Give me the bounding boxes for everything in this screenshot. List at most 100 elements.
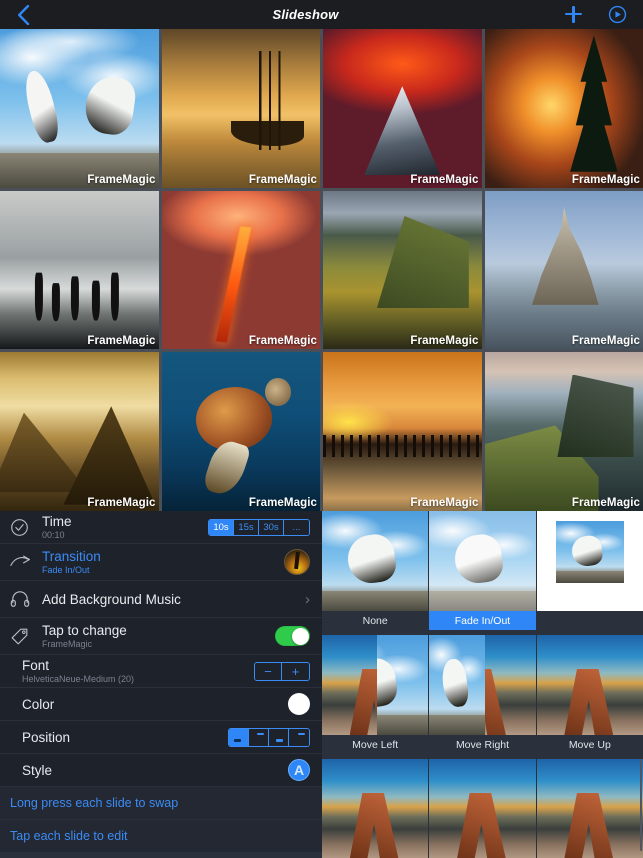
time-option-more[interactable]: ... bbox=[284, 519, 309, 535]
picker-scrollbar[interactable] bbox=[639, 759, 642, 851]
music-label: Add Background Music bbox=[42, 591, 181, 607]
watermark-label: FrameMagic bbox=[571, 497, 640, 509]
transition-option-fade-in-out[interactable]: Fade In/Out bbox=[429, 511, 536, 630]
position-segmented-control[interactable] bbox=[228, 727, 310, 747]
setting-row-color[interactable]: Color bbox=[0, 688, 322, 721]
style-badge[interactable]: A bbox=[288, 759, 310, 781]
position-marker bbox=[275, 739, 283, 742]
transition-row-1: None Fade In/Out Zoom In/Out bbox=[322, 511, 643, 630]
position-option-top-right-alt[interactable] bbox=[289, 728, 309, 746]
transition-preview-thumbnail[interactable] bbox=[284, 549, 310, 575]
setting-row-tap-to-change[interactable]: Tap to change FrameMagic bbox=[0, 618, 322, 655]
slide-tile-2[interactable]: FrameMagic bbox=[161, 29, 320, 188]
setting-row-transition[interactable]: Transition Fade In/Out bbox=[0, 544, 322, 581]
watermark-label: FrameMagic bbox=[248, 173, 317, 186]
transition-preview bbox=[429, 635, 536, 735]
time-segmented-control[interactable]: 10s 15s 30s ... bbox=[208, 518, 310, 536]
navigation-bar: Slideshow bbox=[0, 0, 643, 29]
time-label: Time bbox=[42, 513, 72, 529]
transition-option-label: None bbox=[322, 611, 429, 630]
slide-thumbnail bbox=[484, 29, 643, 188]
position-marker bbox=[234, 739, 241, 742]
color-label: Color bbox=[22, 696, 55, 712]
panel-filler bbox=[0, 853, 322, 858]
slide-tile-10[interactable]: FrameMagic bbox=[161, 352, 320, 511]
watermark-label: FrameMagic bbox=[410, 173, 479, 186]
slide-tile-9[interactable]: FrameMagic bbox=[0, 352, 159, 511]
transition-preview bbox=[536, 759, 643, 858]
plus-icon[interactable] bbox=[565, 6, 582, 23]
watermark-label: FrameMagic bbox=[571, 173, 640, 186]
page-title: Slideshow bbox=[272, 7, 339, 22]
transition-option-move-right[interactable]: Move Right bbox=[429, 635, 536, 754]
transition-option-label: Fade In/Out bbox=[429, 611, 536, 630]
back-button[interactable] bbox=[0, 0, 46, 29]
slide-tile-1[interactable]: FrameMagic bbox=[0, 29, 159, 188]
chevron-right-icon[interactable]: › bbox=[305, 592, 310, 607]
settings-panel: Time 00:10 10s 15s 30s ... Transition Fa… bbox=[0, 511, 322, 858]
slide-tile-6[interactable]: FrameMagic bbox=[161, 190, 320, 350]
transition-option-label: Move Up bbox=[536, 735, 643, 754]
setting-row-font[interactable]: Font HelveticaNeue-Medium (20) − + bbox=[0, 655, 322, 688]
position-option-bottom-center[interactable] bbox=[269, 728, 289, 746]
slide-tile-3[interactable]: FrameMagic bbox=[323, 29, 482, 188]
transition-option-label: Move Left bbox=[322, 735, 429, 754]
toggle-knob bbox=[291, 627, 309, 645]
slide-thumbnail bbox=[0, 190, 159, 350]
watermark-label: FrameMagic bbox=[410, 497, 479, 509]
hint-tap-to-edit: Tap each slide to edit bbox=[0, 820, 322, 853]
font-label: Font bbox=[22, 657, 50, 673]
font-size-stepper[interactable]: − + bbox=[254, 661, 310, 681]
slide-thumbnail bbox=[484, 190, 643, 350]
transition-option-partial-2[interactable] bbox=[429, 759, 536, 858]
transition-option-partial-1[interactable] bbox=[322, 759, 429, 858]
transition-row-3-partial bbox=[322, 759, 643, 858]
arrow-swoosh-icon-wrap bbox=[10, 554, 42, 570]
transition-picker[interactable]: None Fade In/Out Zoom In/Out bbox=[322, 511, 643, 858]
watermark-label: FrameMagic bbox=[87, 173, 156, 186]
arrow-swoosh-icon bbox=[10, 555, 31, 566]
slide-thumbnail bbox=[0, 29, 159, 188]
slide-thumbnail bbox=[323, 352, 482, 511]
slide-tile-4[interactable]: FrameMagic bbox=[484, 29, 643, 188]
chevron-left-icon bbox=[17, 4, 29, 25]
headphones-icon-wrap bbox=[10, 590, 42, 608]
position-option-bottom-left[interactable] bbox=[229, 728, 249, 746]
transition-option-partial-3[interactable] bbox=[536, 759, 643, 858]
setting-row-time[interactable]: Time 00:10 10s 15s 30s ... bbox=[0, 511, 322, 544]
transition-option-move-up[interactable]: Move Up bbox=[536, 635, 643, 754]
slide-tile-11[interactable]: FrameMagic bbox=[323, 352, 482, 511]
transition-preview bbox=[322, 759, 429, 858]
transition-preview bbox=[536, 635, 643, 735]
tap-to-change-toggle[interactable] bbox=[275, 626, 310, 646]
font-decrease-button[interactable]: − bbox=[255, 662, 282, 680]
hint-tap-to-edit-text: Tap each slide to edit bbox=[10, 829, 128, 843]
slide-tile-8[interactable]: FrameMagic bbox=[484, 190, 643, 350]
slide-tile-7[interactable]: FrameMagic bbox=[323, 190, 482, 350]
transition-preview bbox=[429, 759, 536, 858]
color-swatch[interactable] bbox=[288, 693, 310, 715]
style-label: Style bbox=[22, 762, 53, 778]
transition-option-move-left[interactable]: Move Left bbox=[322, 635, 429, 754]
setting-row-style[interactable]: Style A bbox=[0, 754, 322, 787]
tap-to-change-value: FrameMagic bbox=[42, 638, 93, 649]
setting-row-position[interactable]: Position bbox=[0, 721, 322, 754]
slide-tile-12[interactable]: FrameMagic bbox=[484, 352, 643, 511]
time-option-30s[interactable]: 30s bbox=[259, 519, 284, 535]
transition-option-none[interactable]: None bbox=[322, 511, 429, 630]
watermark-label: FrameMagic bbox=[87, 335, 156, 348]
position-option-top-right[interactable] bbox=[249, 728, 269, 746]
transition-option-zoom-in-out[interactable]: Zoom In/Out bbox=[536, 511, 643, 630]
slide-tile-5[interactable]: FrameMagic bbox=[0, 190, 159, 350]
watermark-label: FrameMagic bbox=[571, 335, 640, 348]
tap-to-change-label: Tap to change bbox=[42, 622, 127, 638]
slide-thumbnail bbox=[323, 190, 482, 350]
transition-preview bbox=[322, 635, 429, 735]
slideshow-screen: Slideshow FrameMagic FrameMagic FrameMag… bbox=[0, 0, 643, 858]
time-option-15s[interactable]: 15s bbox=[234, 519, 259, 535]
font-increase-button[interactable]: + bbox=[282, 662, 309, 680]
slide-thumbnail bbox=[484, 352, 643, 511]
setting-row-background-music[interactable]: Add Background Music › bbox=[0, 581, 322, 618]
play-circle-icon[interactable] bbox=[608, 5, 627, 24]
time-option-10s[interactable]: 10s bbox=[209, 519, 234, 535]
